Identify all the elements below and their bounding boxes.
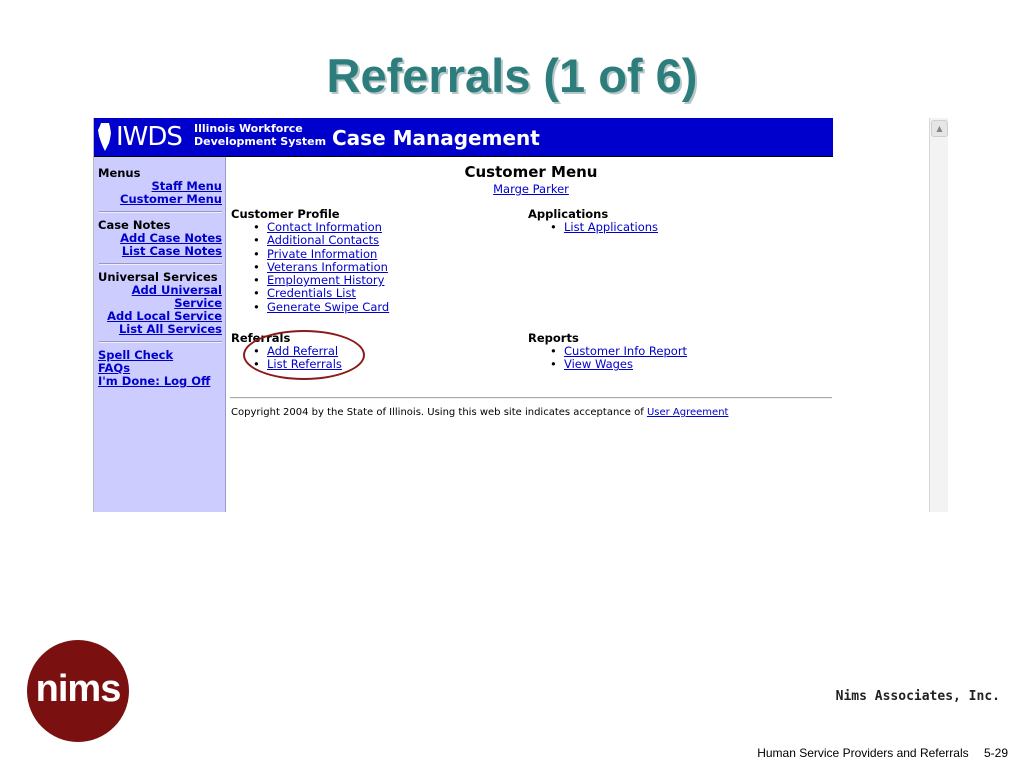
link-list-referrals[interactable]: List Referrals <box>267 357 342 371</box>
browser-screenshot: IWDS Illinois Workforce Development Syst… <box>93 118 948 512</box>
link-veterans-information[interactable]: Veterans Information <box>267 260 388 274</box>
sidebar-utility-group: Spell Check FAQs I'm Done: Log Off <box>94 349 225 388</box>
customer-profile-list: Contact Information Additional Contacts … <box>231 220 389 314</box>
footer-caption: Human Service Providers and Referrals <box>757 746 969 760</box>
applications-list: List Applications <box>528 220 658 234</box>
link-contact-information[interactable]: Contact Information <box>267 220 382 234</box>
page-title: Customer Menu <box>464 163 598 181</box>
referrals-list: Add Referral List Referrals <box>231 344 342 372</box>
sidebar-link-list-all-services[interactable]: List All Services <box>98 323 222 336</box>
sidebar-case-notes-group: Case Notes Add Case Notes List Case Note… <box>94 219 225 258</box>
sidebar-link-customer-menu[interactable]: Customer Menu <box>98 193 222 206</box>
link-additional-contacts[interactable]: Additional Contacts <box>267 233 379 247</box>
sidebar-link-add-universal-line1: Add Universal <box>131 283 222 297</box>
logo-text: IWDS <box>116 122 183 152</box>
link-credentials-list[interactable]: Credentials List <box>267 286 356 300</box>
sidebar-menus-group: Menus Staff Menu Customer Menu <box>94 157 225 206</box>
link-customer-info-report[interactable]: Customer Info Report <box>564 344 687 358</box>
list-item: Generate Swipe Card <box>231 300 389 314</box>
link-add-referral[interactable]: Add Referral <box>267 344 338 358</box>
list-item: Veterans Information <box>231 260 389 274</box>
nims-logo-text: nims <box>35 668 122 710</box>
scroll-up-arrow-icon[interactable]: ▲ <box>931 120 948 137</box>
link-view-wages[interactable]: View Wages <box>564 357 633 371</box>
main-content: Customer Menu Marge Parker Customer Prof… <box>226 157 928 512</box>
sidebar: Menus Staff Menu Customer Menu Case Note… <box>94 157 226 512</box>
iwds-logo: IWDS <box>98 120 183 154</box>
link-generate-swipe-card[interactable]: Generate Swipe Card <box>267 300 389 314</box>
app-title: Case Management <box>332 126 540 150</box>
sidebar-link-list-case-notes[interactable]: List Case Notes <box>98 245 222 258</box>
list-item: Credentials List <box>231 286 389 301</box>
link-employment-history[interactable]: Employment History <box>267 273 384 287</box>
page-number: 5-29 <box>983 746 1008 760</box>
footer-divider <box>230 397 832 399</box>
slide-footer: Human Service Providers and Referrals 5-… <box>745 746 1008 760</box>
vertical-scrollbar[interactable]: ▲ <box>929 118 948 512</box>
illinois-state-icon <box>98 123 111 151</box>
sidebar-link-log-off[interactable]: I'm Done: Log Off <box>98 375 222 388</box>
user-agreement-link[interactable]: User Agreement <box>647 407 729 418</box>
reports-list: Customer Info Report View Wages <box>528 344 687 372</box>
company-name: Nims Associates, Inc. <box>835 689 1000 704</box>
logo-subtitle: Illinois Workforce Development System <box>194 122 326 148</box>
sidebar-universal-services-group: Universal Services Add Universal Service… <box>94 271 225 336</box>
list-item: List Applications <box>528 220 658 234</box>
reports-section: Reports Customer Info Report View Wages <box>528 332 687 372</box>
list-item: Contact Information <box>231 220 389 234</box>
list-item: Employment History <box>231 273 389 288</box>
list-item: List Referrals <box>231 357 342 372</box>
link-private-information[interactable]: Private Information <box>267 247 377 261</box>
list-item: Add Referral <box>231 344 342 358</box>
slide-title: Referrals (1 of 6) <box>326 49 698 102</box>
link-list-applications[interactable]: List Applications <box>564 220 658 234</box>
sidebar-divider <box>99 341 222 343</box>
applications-section: Applications List Applications <box>528 208 658 235</box>
sidebar-link-add-universal-service[interactable]: Add Universal Service <box>98 284 222 310</box>
sidebar-divider <box>99 263 222 265</box>
sidebar-link-add-universal-line2: Service <box>174 296 222 310</box>
customer-name-link[interactable]: Marge Parker <box>226 182 836 196</box>
copyright-text: Copyright 2004 by the State of Illinois.… <box>231 407 644 418</box>
list-item: Additional Contacts <box>231 233 389 248</box>
logo-subtitle-line1: Illinois Workforce <box>194 122 303 135</box>
list-item: View Wages <box>528 357 687 372</box>
referrals-section: Referrals Add Referral List Referrals <box>231 332 342 372</box>
logo-subtitle-line2: Development System <box>194 135 327 148</box>
copyright-notice: Copyright 2004 by the State of Illinois.… <box>231 407 728 418</box>
app-banner: IWDS Illinois Workforce Development Syst… <box>94 118 833 157</box>
sidebar-divider <box>99 211 222 213</box>
list-item: Customer Info Report <box>528 344 687 358</box>
customer-profile-section: Customer Profile Contact Information Add… <box>231 208 389 315</box>
list-item: Private Information <box>231 247 389 261</box>
